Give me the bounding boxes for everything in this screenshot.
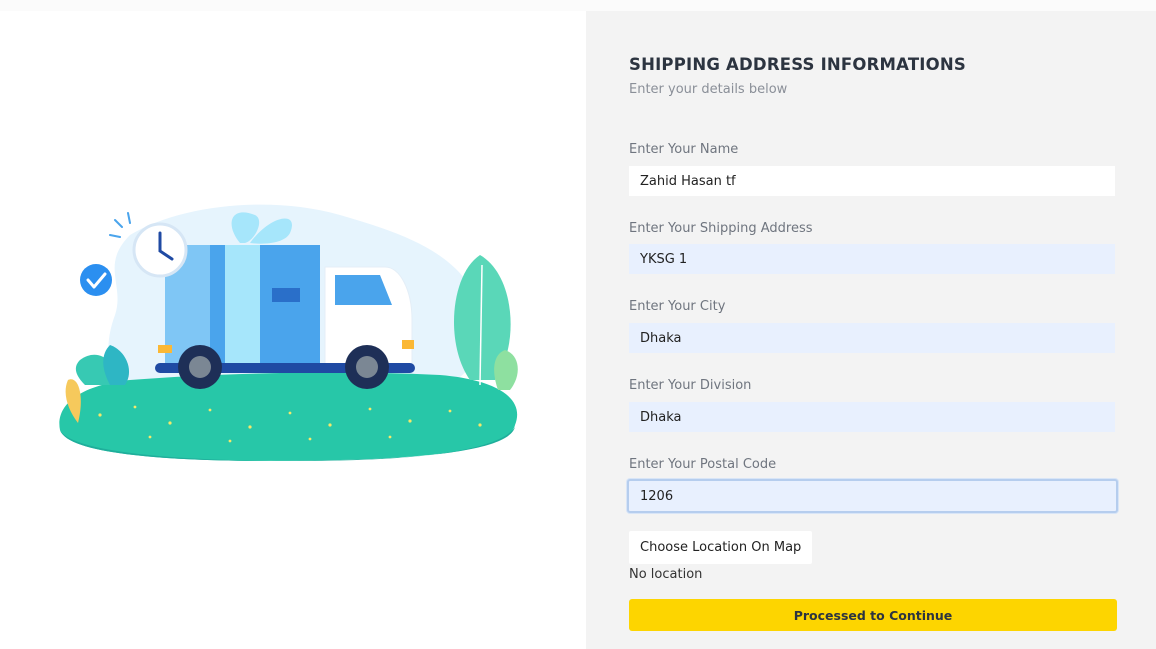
name-input[interactable]	[629, 166, 1115, 196]
shipping-form-panel: SHIPPING ADDRESS INFORMATIONS Enter your…	[586, 11, 1156, 649]
division-input[interactable]	[629, 402, 1115, 432]
shipping-address-input[interactable]	[629, 244, 1115, 274]
postal-code-label: Enter Your Postal Code	[629, 457, 777, 472]
form-subtitle: Enter your details below	[629, 82, 788, 97]
top-divider	[0, 0, 1156, 11]
continue-button[interactable]: Processed to Continue	[629, 599, 1117, 631]
location-status: No location	[629, 567, 703, 582]
postal-code-input[interactable]	[627, 479, 1118, 513]
choose-location-button[interactable]: Choose Location On Map	[629, 531, 813, 564]
delivery-truck-illustration	[59, 204, 518, 461]
name-label: Enter Your Name	[629, 142, 739, 157]
city-label: Enter Your City	[629, 299, 726, 314]
division-label: Enter Your Division	[629, 378, 752, 393]
form-title: SHIPPING ADDRESS INFORMATIONS	[629, 55, 966, 74]
shipping-address-label: Enter Your Shipping Address	[629, 221, 813, 236]
city-input[interactable]	[629, 323, 1115, 353]
